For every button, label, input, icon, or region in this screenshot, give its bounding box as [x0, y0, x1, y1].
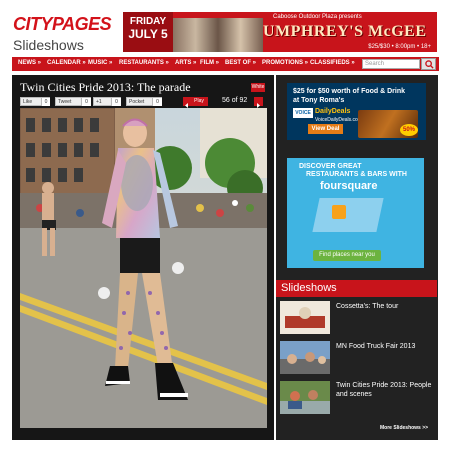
nav-news[interactable]: NEWS » [18, 60, 41, 66]
tweet-count: 0 [81, 98, 91, 106]
find-places-button[interactable]: Find places near you [313, 250, 381, 261]
pocket-button[interactable]: Pocket 0 [126, 97, 162, 106]
page: CITYPAGES Slideshows FRIDAY JULY 5 Caboo… [0, 0, 450, 450]
ad-title: UMPHREY'S McGEE [263, 23, 427, 40]
play-label: Play [194, 98, 204, 104]
ad-presents: Caboose Outdoor Plaza presents [273, 14, 362, 20]
pocket-count: 0 [152, 98, 162, 106]
citypages-logo[interactable]: CITYPAGES [13, 14, 112, 35]
section-title: Slideshows [13, 37, 84, 53]
ad-day: FRIDAY [129, 16, 167, 27]
slideshow-link-food-truck[interactable]: MN Food Truck Fair 2013 [336, 342, 434, 351]
tweet-button[interactable]: Tweet 0 [55, 97, 91, 106]
food-truck-thumbnail [280, 341, 330, 374]
search-button[interactable] [421, 58, 436, 70]
ad-price: $25/$30 • 8:00pm • 18+ [368, 44, 431, 50]
cossettas-thumbnail [280, 301, 330, 334]
like-label: Like [23, 99, 33, 105]
slideshow-thumb-pride[interactable] [280, 381, 330, 414]
white-background-toggle[interactable]: White [251, 83, 265, 92]
google-plus-count: 0 [111, 98, 121, 106]
slideshow-thumb-cossettas[interactable] [280, 301, 330, 334]
next-button[interactable] [254, 97, 263, 108]
nav-arts[interactable]: ARTS » [175, 60, 196, 66]
nav-film[interactable]: FILM » [200, 60, 219, 66]
search-icon [425, 60, 434, 69]
search-input[interactable]: Search [362, 59, 420, 69]
slideshow-title: Twin Cities Pride 2013: The parade [20, 80, 191, 94]
previous-button[interactable] [183, 97, 190, 108]
parade-photo [20, 108, 267, 428]
like-button[interactable]: Like 0 [20, 97, 50, 106]
play-button[interactable]: Play [190, 97, 208, 106]
slide-counter: 56 of 92 [222, 97, 248, 104]
foursquare-line-1: DISCOVER GREAT [299, 163, 362, 170]
ad-date: FRIDAY JULY 5 [123, 12, 173, 52]
slideshow-photo[interactable] [20, 108, 267, 428]
ad-date-text: JULY 5 [128, 27, 168, 41]
deal-line-2: at Tony Roma's [293, 97, 345, 104]
daily-deals-logo: DailyDeals [315, 108, 351, 115]
voice-logo: VOICE [293, 108, 313, 118]
foursquare-line-2: RESTAURANTS & BARS WITH [306, 171, 407, 178]
slideshow-link-pride[interactable]: Twin Cities Pride 2013: People and scene… [336, 381, 434, 399]
nav-restaurants[interactable]: RESTAURANTS » [119, 60, 169, 66]
map-graphic [312, 198, 384, 232]
nav-classifieds[interactable]: CLASSIFIEDS » [310, 60, 355, 66]
like-count: 0 [41, 98, 50, 106]
pride-thumbnail [280, 381, 330, 414]
tweet-label: Tweet [58, 99, 72, 105]
google-plus-label: +1 [96, 99, 102, 105]
location-pin-icon [332, 205, 346, 219]
nav-music[interactable]: MUSIC » [88, 60, 112, 66]
deals-site: VoiceDailyDeals.com [315, 117, 362, 123]
nav-promotions[interactable]: PROMOTIONS » [262, 60, 308, 66]
google-plus-button[interactable]: +1 0 [93, 97, 121, 106]
band-photo [173, 18, 263, 52]
nav-best-of[interactable]: BEST OF » [225, 60, 256, 66]
banner-ad[interactable]: FRIDAY JULY 5 Caboose Outdoor Plaza pres… [123, 12, 437, 52]
nav-calendar[interactable]: CALENDAR » [47, 60, 86, 66]
pocket-label: Pocket [129, 99, 145, 105]
deal-line-1: $25 for $50 worth of Food & Drink [293, 88, 406, 95]
discount-badge: 50% [400, 124, 418, 136]
foursquare-logo: foursquare [320, 180, 378, 192]
slideshow-thumb-food-truck[interactable] [280, 341, 330, 374]
slideshow-link-cossettas[interactable]: Cossetta's: The tour [336, 302, 434, 311]
more-slideshows-link[interactable]: More Slideshows >> [380, 425, 428, 431]
view-deal-button[interactable]: View Deal [308, 124, 343, 134]
slideshows-heading: Slideshows [281, 282, 337, 294]
